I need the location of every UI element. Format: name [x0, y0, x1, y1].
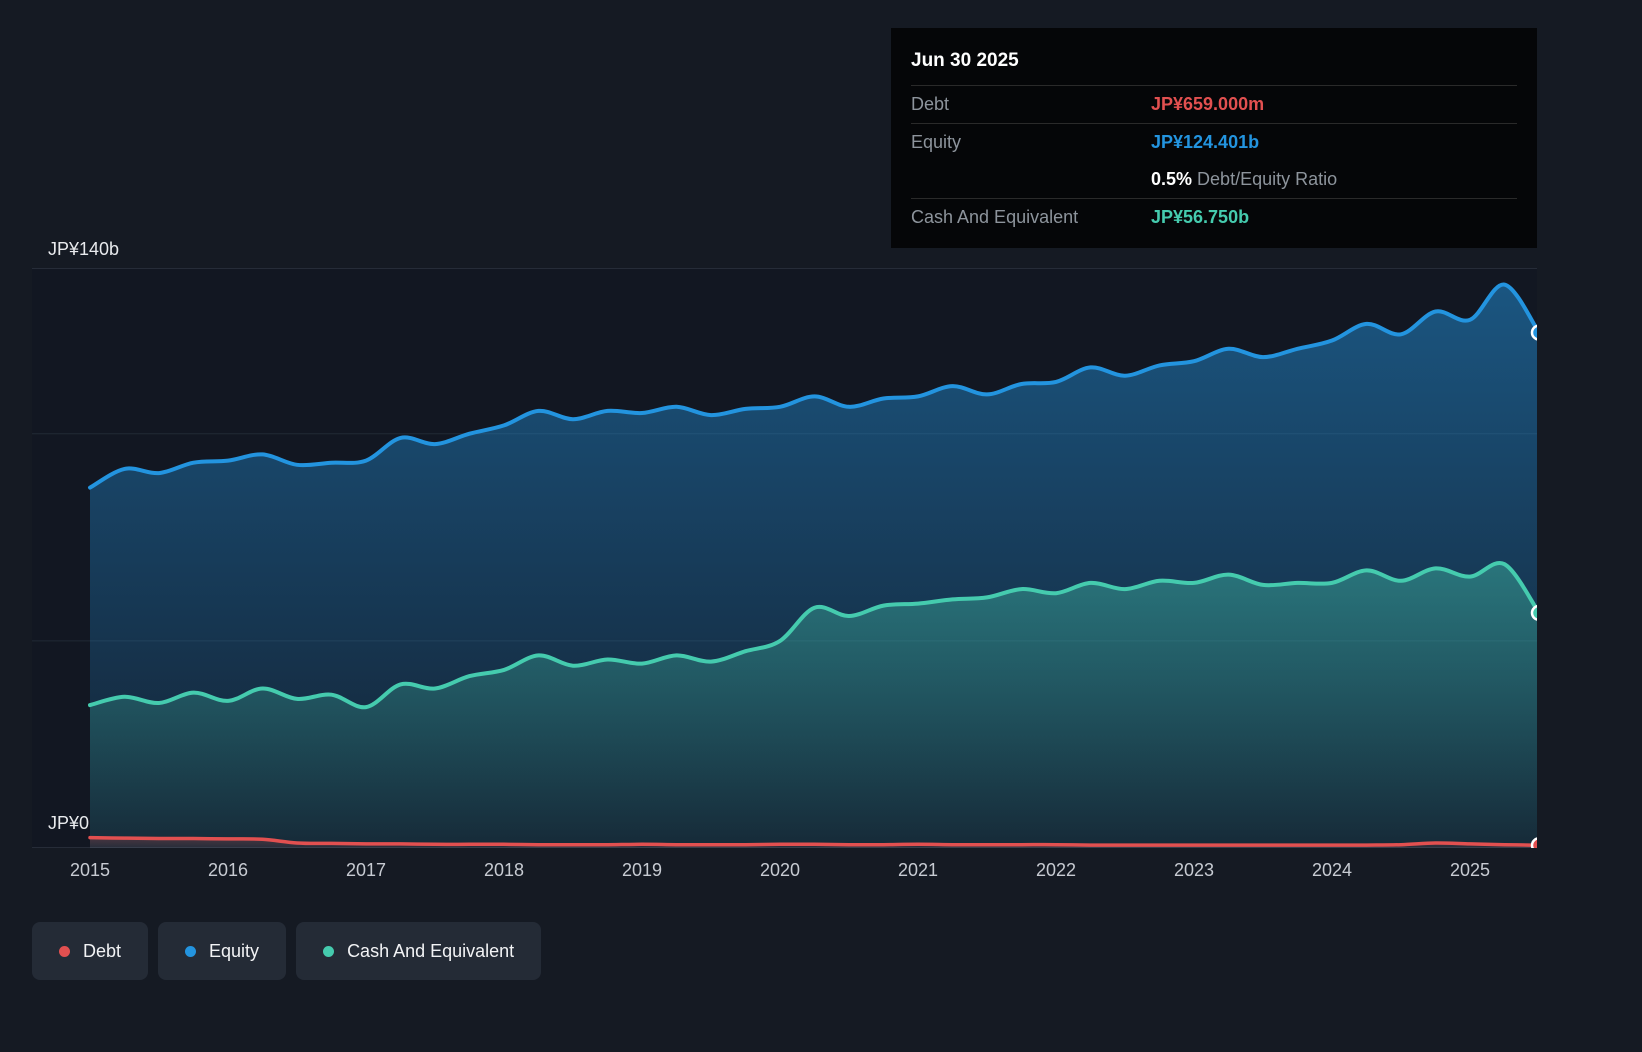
y-axis-label-max: JP¥140b — [48, 239, 120, 259]
x-axis-label-2016: 2016 — [207, 860, 249, 880]
x-axis-label-2017: 2017 — [345, 860, 387, 880]
legend-label-equity: Equity — [209, 940, 260, 961]
tooltip-equity-value: JP¥124.401b — [1151, 132, 1260, 152]
ratio-percent: 0.5% — [1151, 169, 1193, 189]
tooltip-ratio-value: 0.5% Debt/Equity Ratio — [1151, 169, 1337, 190]
x-axis: 2015 2016 2017 2018 2019 2020 2021 2022 2023 2024… — [32, 860, 1537, 886]
tooltip-cash-value: JP¥56.750b — [1151, 207, 1250, 227]
x-axis-label-2022: 2022 — [1035, 860, 1077, 880]
y-axis-label-zero: JP¥0 — [48, 813, 90, 833]
tooltip-debt-label: Debt — [911, 94, 950, 114]
debt-dot-icon — [59, 945, 70, 957]
chart-plot[interactable] — [32, 268, 1537, 848]
tooltip-cash-label: Cash And Equivalent — [911, 207, 1079, 227]
tooltip-equity-label: Equity — [911, 132, 962, 152]
tooltip-date: Jun 30 2025 — [911, 38, 1517, 86]
x-axis-label-2020: 2020 — [759, 860, 801, 880]
x-axis-label-2025: 2025 — [1449, 860, 1491, 880]
equity-dot-icon — [185, 945, 197, 957]
chart-tooltip: Jun 30 2025 Debt JP¥659.000m Equity JP¥1… — [891, 28, 1537, 248]
tooltip-debt-row: Debt JP¥659.000m — [911, 86, 1517, 124]
tooltip-cash-row: Cash And Equivalent JP¥56.750b — [911, 199, 1517, 236]
x-axis-label-2024: 2024 — [1311, 860, 1353, 880]
x-axis-label-2021: 2021 — [897, 860, 939, 880]
legend-label-cash: Cash And Equivalent — [347, 940, 515, 961]
cash-end-marker — [1530, 604, 1537, 621]
tooltip-equity-row: Equity JP¥124.401b — [911, 124, 1517, 161]
x-axis-label-2018: 2018 — [483, 860, 525, 880]
ratio-caption: Debt/Equity Ratio — [1197, 169, 1338, 189]
cash-dot-icon — [323, 945, 335, 957]
legend-item-debt[interactable]: Debt — [32, 922, 149, 980]
legend: Debt Equity Cash And Equivalent — [32, 922, 551, 980]
tooltip-debt-value: JP¥659.000m — [1151, 94, 1265, 114]
legend-item-equity[interactable]: Equity — [158, 922, 287, 980]
x-axis-label-2015: 2015 — [69, 860, 111, 880]
equity-end-marker — [1530, 324, 1537, 341]
balance-sheet-chart-page: Jun 30 2025 Debt JP¥659.000m Equity JP¥1… — [0, 0, 1642, 1052]
legend-item-cash[interactable]: Cash And Equivalent — [296, 922, 542, 980]
x-axis-label-2019: 2019 — [621, 860, 663, 880]
legend-label-debt: Debt — [83, 940, 122, 961]
tooltip-ratio-row: 0.5% Debt/Equity Ratio — [911, 161, 1517, 199]
x-axis-label-2023: 2023 — [1173, 860, 1215, 880]
